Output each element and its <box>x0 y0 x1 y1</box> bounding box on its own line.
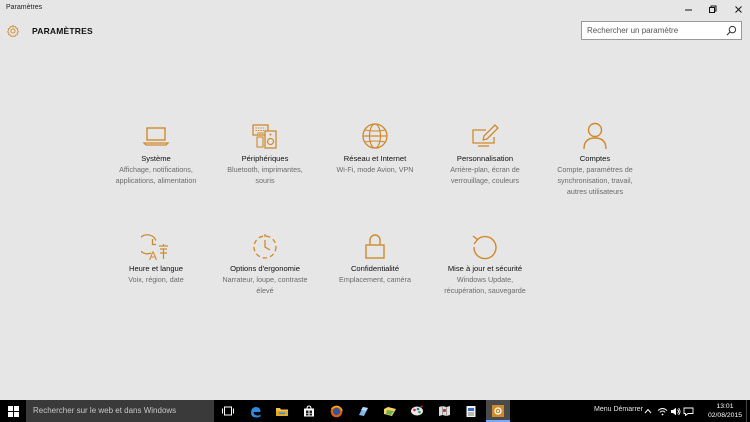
clock-language-icon: A <box>141 234 168 261</box>
category-heure-langue[interactable]: A Heure et langue Voix, région, date <box>106 231 206 286</box>
category-description: Windows Update, récupération, sauvegarde <box>444 275 526 295</box>
system-clock[interactable]: 13:01 02/08/2015 <box>706 402 744 420</box>
folder-app-icon[interactable] <box>378 400 402 422</box>
file-explorer-icon[interactable] <box>270 400 294 422</box>
category-systeme[interactable]: Système Affichage, notifications, applic… <box>106 121 206 187</box>
app-icon[interactable] <box>351 400 375 422</box>
category-name: Système <box>141 154 171 163</box>
category-peripheriques[interactable]: Périphériques Bluetooth, imprimantes, so… <box>215 121 315 187</box>
globe-icon <box>362 123 388 149</box>
search-input[interactable] <box>582 22 722 39</box>
windows-logo-icon <box>7 405 19 417</box>
title-bar: Paramètres <box>0 0 750 18</box>
settings-search-box[interactable] <box>581 21 742 40</box>
volume-icon[interactable] <box>669 404 681 418</box>
category-description: Voix, région, date <box>128 275 184 284</box>
document-icon[interactable] <box>459 400 483 422</box>
edge-icon[interactable] <box>243 400 267 422</box>
category-mise-a-jour-securite[interactable]: Mise à jour et sécurité Windows Update, … <box>435 231 535 297</box>
category-personnalisation[interactable]: Personnalisation Arrière-plan, écran de … <box>435 121 535 187</box>
clock-time: 13:01 <box>716 403 734 410</box>
category-name: Options d'ergonomie <box>230 264 300 273</box>
map-icon[interactable] <box>432 400 456 422</box>
category-description: Wi-Fi, mode Avion, VPN <box>336 165 414 174</box>
minimize-icon[interactable] <box>678 2 698 16</box>
message-icon[interactable] <box>682 404 694 418</box>
category-description: Affichage, notifications, applications, … <box>115 165 197 185</box>
category-description: Emplacement, caméra <box>339 275 411 284</box>
settings-icon[interactable] <box>486 400 510 422</box>
update-arrow-icon <box>472 235 497 260</box>
category-description: Bluetooth, imprimantes, souris <box>227 165 303 185</box>
paint-icon[interactable] <box>405 400 429 422</box>
firefox-icon[interactable] <box>324 400 348 422</box>
search-icon[interactable] <box>726 25 737 36</box>
clock-date: 02/08/2015 <box>707 412 743 419</box>
keyboard-speaker-icon <box>252 124 277 149</box>
category-name: Réseau et Internet <box>343 154 407 163</box>
category-confidentialite[interactable]: Confidentialité Emplacement, caméra <box>325 231 425 286</box>
category-description: Compte, paramètres de synchronisation, t… <box>557 165 633 196</box>
category-name: Comptes <box>579 154 611 163</box>
start-menu-label[interactable]: Menu Démarrer <box>594 406 643 413</box>
wifi-icon[interactable] <box>656 404 668 418</box>
category-description: Arrière-plan, écran de verrouillage, cou… <box>450 165 520 185</box>
taskbar-search-box[interactable]: Rechercher sur le web et dans Windows <box>26 400 214 422</box>
close-icon[interactable] <box>728 2 748 16</box>
laptop-icon <box>142 127 170 146</box>
category-name: Heure et langue <box>128 264 184 273</box>
svg-text:A: A <box>149 249 157 261</box>
gear-icon <box>7 25 19 38</box>
category-name: Personnalisation <box>456 154 514 163</box>
lock-icon <box>365 234 385 259</box>
ease-of-access-icon <box>253 234 277 259</box>
show-desktop-button[interactable] <box>746 400 750 422</box>
taskbar-search-text: Rechercher sur le web et dans Windows <box>33 406 177 415</box>
window-title: Paramètres <box>6 4 43 11</box>
category-name: Confidentialité <box>350 264 400 273</box>
taskbar: Rechercher sur le web et dans Windows Me… <box>0 400 750 422</box>
category-options-ergonomie[interactable]: Options d'ergonomie Narrateur, loupe, co… <box>215 231 315 297</box>
chevron-up-icon[interactable] <box>642 404 654 418</box>
start-button[interactable] <box>0 400 26 422</box>
category-name: Périphériques <box>241 154 289 163</box>
page-title: PARAMÈTRES <box>32 26 93 36</box>
store-icon[interactable] <box>297 400 321 422</box>
category-name: Mise à jour et sécurité <box>447 264 523 273</box>
paint-pen-icon <box>472 124 499 147</box>
maximize-icon[interactable] <box>702 2 722 16</box>
task-view-icon[interactable] <box>216 400 240 422</box>
category-comptes[interactable]: Comptes Compte, paramètres de synchronis… <box>545 121 645 197</box>
category-reseau-internet[interactable]: Réseau et Internet Wi-Fi, mode Avion, VP… <box>325 121 425 176</box>
category-description: Narrateur, loupe, contraste élevé <box>222 275 308 295</box>
person-icon <box>583 122 607 150</box>
